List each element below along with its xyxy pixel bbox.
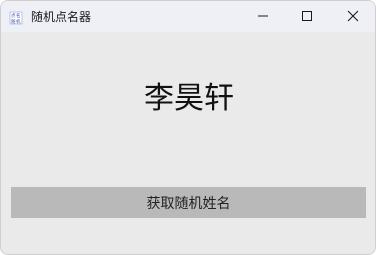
app-icon: 点 名 随 机 (9, 10, 23, 25)
app-window: 点 名 随 机 随机点名器 李昊轩 获取随机姓名 (0, 0, 376, 255)
maximize-button[interactable] (284, 1, 330, 32)
close-icon (347, 7, 359, 26)
maximize-icon (301, 7, 313, 26)
window-title: 随机点名器 (31, 10, 92, 24)
get-random-name-button[interactable]: 获取随机姓名 (11, 187, 366, 218)
title-bar[interactable]: 点 名 随 机 随机点名器 (1, 1, 375, 32)
svg-text:名: 名 (16, 12, 21, 19)
close-button[interactable] (330, 1, 375, 32)
minimize-icon (257, 7, 269, 26)
svg-text:机: 机 (16, 18, 21, 25)
minimize-button[interactable] (240, 1, 286, 32)
random-name-display: 李昊轩 (144, 81, 234, 116)
